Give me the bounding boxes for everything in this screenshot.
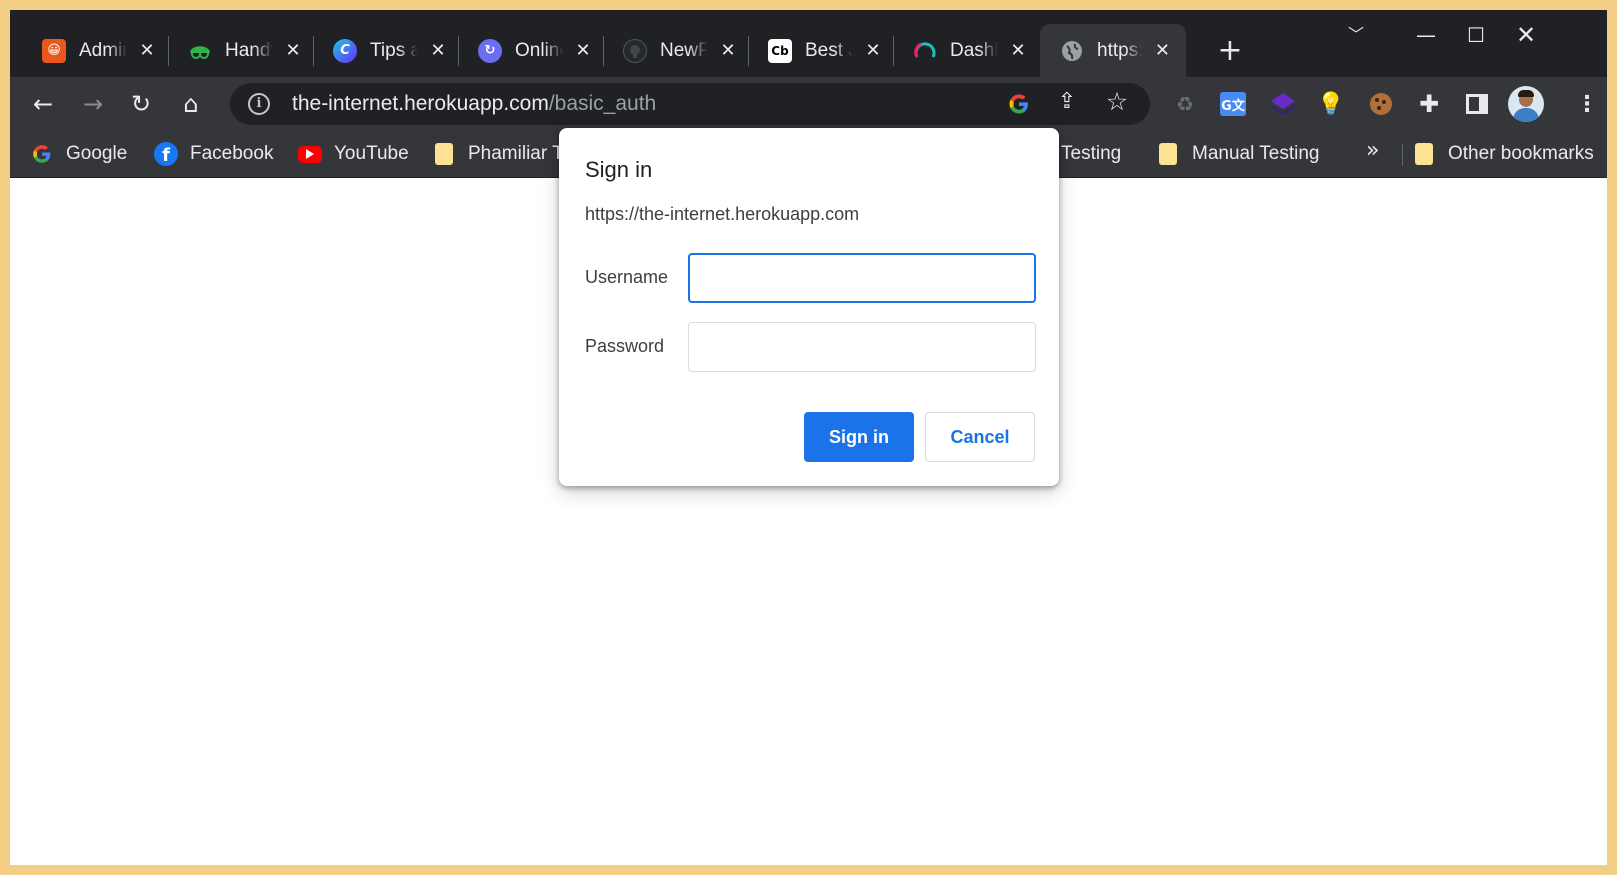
dialog-title: Sign in xyxy=(585,157,653,182)
cookie-extension-icon[interactable] xyxy=(1366,89,1396,119)
youtube-icon xyxy=(298,142,322,166)
folder-icon xyxy=(1412,142,1436,166)
bookmark-folder-other[interactable]: Other bookmarks xyxy=(1412,140,1594,168)
cb-favicon-icon: Cb xyxy=(768,38,792,63)
menu-kebab-icon[interactable]: ⋮ xyxy=(1572,89,1602,119)
tab-1[interactable]: 😀 Admin ✕ xyxy=(22,24,171,77)
close-icon[interactable]: ✕ xyxy=(428,40,448,61)
maximize-icon[interactable]: ☐ xyxy=(1456,20,1496,50)
share-icon[interactable]: ⇪ xyxy=(1052,89,1082,119)
address-bar[interactable]: i the-internet.herokuapp.com/basic_auth … xyxy=(230,83,1150,125)
side-panel-icon[interactable] xyxy=(1462,89,1492,119)
url-path: /basic_auth xyxy=(548,92,657,115)
admin-favicon-icon: 😀 xyxy=(42,38,66,63)
bookmark-label: Google xyxy=(66,143,128,164)
extensions-puzzle-icon[interactable]: ✚ xyxy=(1414,89,1444,119)
glasses-favicon-icon xyxy=(188,39,212,63)
dashboard-favicon-icon xyxy=(913,39,937,63)
bookmarks-separator xyxy=(1402,144,1403,166)
close-icon[interactable]: ✕ xyxy=(283,40,303,61)
bookmark-google[interactable]: Google xyxy=(30,140,127,168)
bookmark-label: YouTube xyxy=(334,143,409,164)
tab-title: Best J xyxy=(805,39,853,61)
tab-title: https: xyxy=(1097,39,1143,61)
tab-2[interactable]: Handy ✕ xyxy=(168,24,317,77)
password-input[interactable] xyxy=(688,322,1036,372)
new-tab-icon[interactable]: + xyxy=(1212,34,1248,70)
bookmark-folder-manual-testing[interactable]: Manual Testing xyxy=(1156,140,1319,168)
bookmark-folder-testing[interactable]: Testing xyxy=(1061,140,1121,168)
dialog-origin: https://the-internet.herokuapp.com xyxy=(585,204,860,224)
bookmark-youtube[interactable]: YouTube xyxy=(298,140,409,168)
cancel-button[interactable]: Cancel xyxy=(925,412,1035,462)
tab-title: Handy xyxy=(225,39,273,61)
bookmarks-overflow-chevron-icon[interactable]: » xyxy=(1366,138,1379,163)
tab-7[interactable]: Dashb ✕ xyxy=(893,24,1042,77)
home-icon[interactable]: ⌂ xyxy=(174,87,208,121)
url-text[interactable]: the-internet.herokuapp.com/basic_auth xyxy=(292,92,656,116)
tab-5[interactable]: NewP ✕ xyxy=(603,24,752,77)
tab-title: NewP xyxy=(660,39,708,61)
tab-title: Online xyxy=(515,39,563,61)
close-icon[interactable]: ✕ xyxy=(1008,40,1028,61)
bookmark-label: Phamiliar T xyxy=(468,143,564,164)
translate-extension-icon[interactable]: G文 xyxy=(1218,89,1248,119)
password-label: Password xyxy=(585,336,665,356)
username-input[interactable] xyxy=(688,253,1036,303)
site-info-icon[interactable]: i xyxy=(248,93,270,115)
bookmark-folder-phamiliar[interactable]: Phamiliar T xyxy=(432,140,564,168)
close-icon[interactable]: ✕ xyxy=(573,40,593,61)
facebook-icon: f xyxy=(154,142,178,166)
toolbar: ← → ↻ ⌂ i the-internet.herokuapp.com/bas… xyxy=(10,77,1607,130)
bookmark-star-icon[interactable]: ☆ xyxy=(1102,87,1132,117)
back-arrow-icon[interactable]: ← xyxy=(26,87,60,121)
close-icon[interactable]: ✕ xyxy=(1153,40,1172,61)
tab-title: Dashb xyxy=(950,39,998,61)
bookmark-label: Other bookmarks xyxy=(1448,143,1594,164)
username-label: Username xyxy=(585,267,669,287)
close-icon[interactable]: ✕ xyxy=(863,40,883,61)
browser-window: 😀 Admin ✕ Handy ✕ C Tips a ✕ ↻ Online ✕ xyxy=(10,10,1607,865)
close-icon[interactable]: ✕ xyxy=(718,40,738,61)
folder-icon xyxy=(1156,142,1180,166)
bookmark-label: Testing xyxy=(1061,143,1122,164)
tab-6[interactable]: Cb Best J ✕ xyxy=(748,24,897,77)
forward-arrow-icon[interactable]: → xyxy=(76,87,110,121)
globe-favicon-icon xyxy=(1060,39,1084,63)
window-close-icon[interactable]: ✕ xyxy=(1506,20,1546,50)
sync-favicon-icon: ↻ xyxy=(478,38,502,63)
close-icon[interactable]: ✕ xyxy=(137,40,157,61)
tab-title: Admin xyxy=(79,39,127,61)
url-host: the-internet.herokuapp.com xyxy=(292,92,549,115)
layers-extension-icon[interactable] xyxy=(1268,89,1298,119)
github-favicon-icon xyxy=(623,38,647,63)
c-favicon-icon: C xyxy=(333,38,357,63)
tab-4[interactable]: ↻ Online ✕ xyxy=(458,24,607,77)
google-icon xyxy=(30,142,54,166)
sign-in-dialog: Sign in https://the-internet.herokuapp.c… xyxy=(559,128,1059,486)
bookmark-label: Manual Testing xyxy=(1192,143,1320,164)
reload-icon[interactable]: ↻ xyxy=(124,87,158,121)
sign-in-button[interactable]: Sign in xyxy=(804,412,914,462)
tab-strip: 😀 Admin ✕ Handy ✕ C Tips a ✕ ↻ Online ✕ xyxy=(10,10,1607,77)
tab-3[interactable]: C Tips a ✕ xyxy=(313,24,462,77)
tab-8-active[interactable]: https: ✕ xyxy=(1040,24,1186,77)
bookmark-label: Facebook xyxy=(190,143,274,164)
tab-search-chevron-icon[interactable]: ﹀ xyxy=(1336,20,1376,50)
bookmark-facebook[interactable]: f Facebook xyxy=(154,140,273,168)
profile-avatar[interactable] xyxy=(1508,86,1544,122)
google-lens-icon[interactable] xyxy=(1006,91,1032,117)
tab-title: Tips a xyxy=(370,39,418,61)
lightbulb-extension-icon[interactable]: 💡 xyxy=(1316,89,1346,119)
folder-icon xyxy=(432,142,456,166)
minimize-icon[interactable]: — xyxy=(1406,20,1446,50)
recycle-extension-icon[interactable]: ♻ xyxy=(1170,89,1200,119)
